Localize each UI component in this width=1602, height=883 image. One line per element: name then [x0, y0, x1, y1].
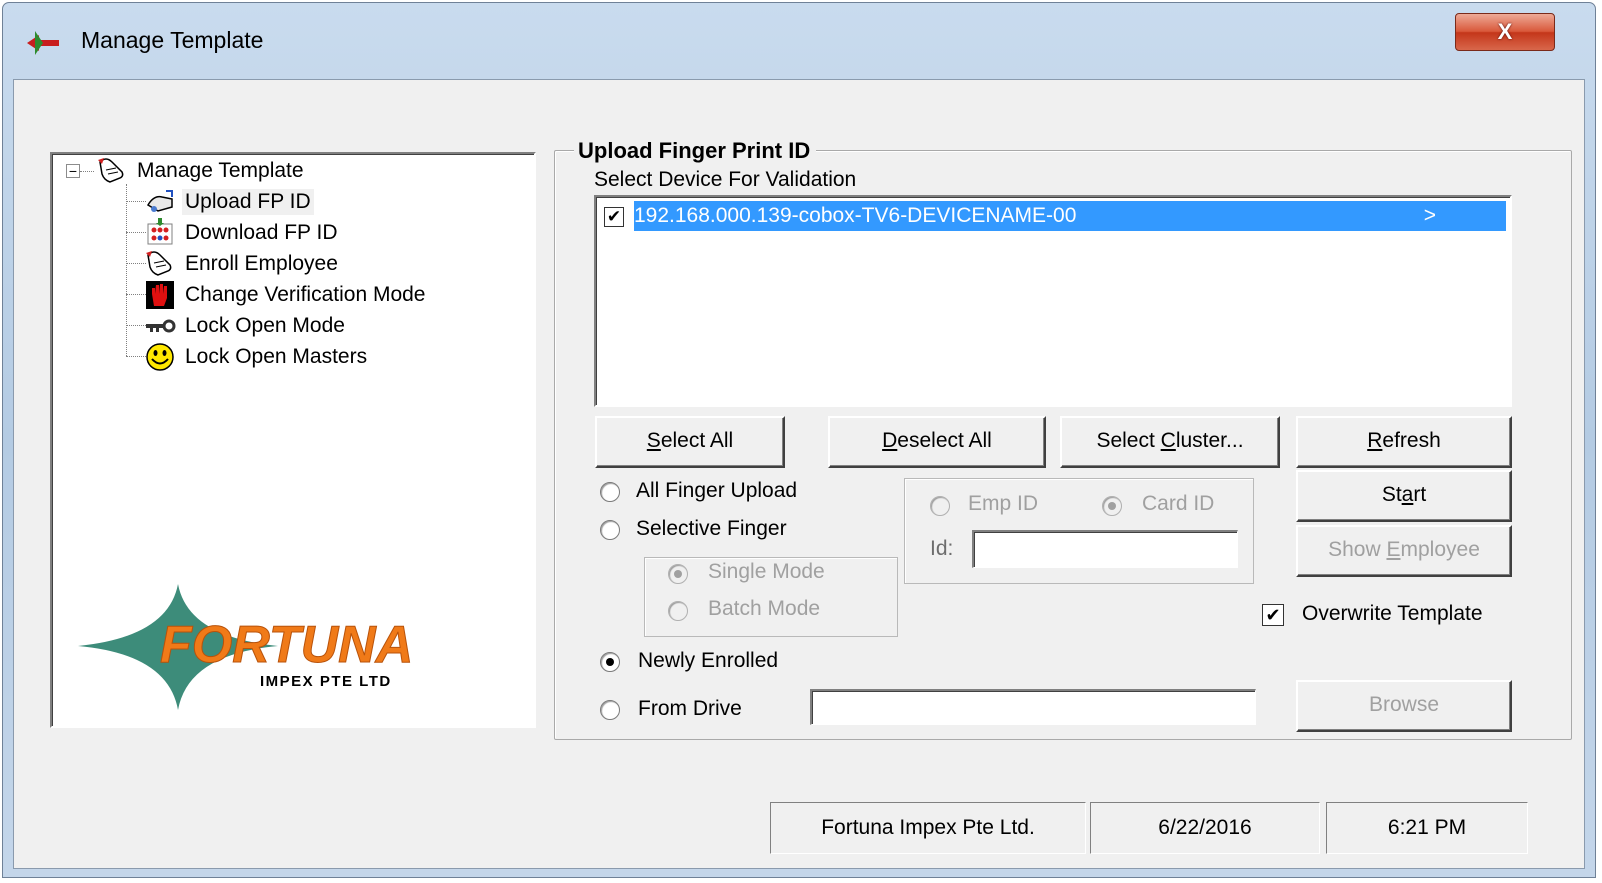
tree-label-root: Manage Template — [137, 159, 304, 182]
emp-id-radio[interactable] — [930, 496, 950, 516]
deselect-all-button[interactable]: Deselect All — [828, 416, 1046, 468]
emp-id-label: Emp ID — [968, 492, 1039, 515]
tree-item-lock-open-masters[interactable]: Lock Open Masters — [144, 342, 370, 372]
client-area: − Manage Template Upload FP ID Download … — [13, 79, 1585, 869]
all-finger-radio[interactable] — [600, 482, 620, 502]
window-title: Manage Template — [81, 27, 264, 53]
tree-item-upload-fp-id[interactable]: Upload FP ID — [144, 187, 314, 217]
card-id-radio[interactable] — [1102, 496, 1122, 516]
batch-mode-label: Batch Mode — [708, 597, 821, 620]
tree-label-lock-mode: Lock Open Mode — [185, 314, 345, 337]
device-arrow: > — [1423, 204, 1436, 227]
tree-item-manage-template[interactable]: Manage Template — [96, 156, 307, 186]
start-button[interactable]: Start — [1296, 470, 1512, 522]
refresh-button[interactable]: Refresh — [1296, 416, 1512, 468]
app-arrow-icon — [27, 31, 59, 55]
status-company: Fortuna Impex Pte Ltd. — [770, 802, 1086, 854]
collapse-icon[interactable]: − — [66, 164, 80, 178]
newly-enrolled-radio[interactable] — [600, 652, 620, 672]
key-icon — [146, 319, 176, 333]
from-drive-radio[interactable] — [600, 700, 620, 720]
all-finger-label: All Finger Upload — [636, 479, 798, 502]
close-button[interactable]: X — [1455, 13, 1555, 51]
device-label: Select Device For Validation — [594, 168, 857, 191]
device-list-item[interactable]: 192.168.000.139-cobox-TV6-DEVICENAME-00 … — [634, 201, 1506, 231]
overwrite-label: Overwrite Template — [1302, 602, 1483, 625]
device-name: 192.168.000.139-cobox-TV6-DEVICENAME-00 — [634, 204, 1077, 227]
single-mode-label: Single Mode — [708, 560, 825, 583]
fortuna-logo: FORTUNA IMPEX PTE LTD — [78, 584, 414, 710]
device-list[interactable]: ✔ 192.168.000.139-cobox-TV6-DEVICENAME-0… — [594, 195, 1512, 407]
download-grid-icon — [147, 218, 173, 245]
card-id-label: Card ID — [1142, 492, 1215, 515]
upload-group-title: Upload Finger Print ID — [574, 138, 817, 164]
logo-name: FORTUNA — [160, 616, 413, 674]
overwrite-checkbox[interactable]: ✔ — [1262, 604, 1284, 626]
status-time: 6:21 PM — [1326, 802, 1528, 854]
select-cluster-button[interactable]: Select Cluster... — [1060, 416, 1280, 468]
id-label: Id: — [930, 537, 954, 560]
selective-finger-radio[interactable] — [600, 520, 620, 540]
single-mode-radio[interactable] — [668, 564, 688, 584]
upload-hand-icon — [146, 190, 173, 212]
title-bar[interactable]: Manage Template X — [3, 3, 1595, 79]
tree-label-download: Download FP ID — [185, 221, 338, 244]
from-drive-label: From Drive — [638, 697, 742, 720]
red-hand-icon — [146, 281, 174, 309]
select-all-button[interactable]: Select All — [595, 416, 785, 468]
hand-touch-icon — [146, 251, 172, 276]
manage-template-window: Manage Template X − Manage Template Uplo… — [2, 2, 1596, 878]
selective-finger-label: Selective Finger — [636, 517, 787, 540]
navigation-tree[interactable]: − Manage Template Upload FP ID Download … — [50, 152, 536, 728]
tree-item-enroll-employee[interactable]: Enroll Employee — [144, 249, 341, 279]
id-input[interactable] — [972, 530, 1238, 568]
tree-label-upload: Upload FP ID — [182, 189, 314, 215]
device-checkbox[interactable]: ✔ — [604, 207, 624, 227]
tree-label-verification: Change Verification Mode — [185, 283, 426, 306]
batch-mode-radio[interactable] — [668, 601, 688, 621]
hand-touch-icon — [98, 158, 124, 183]
tree-item-lock-open-mode[interactable]: Lock Open Mode — [144, 311, 348, 341]
newly-enrolled-label: Newly Enrolled — [638, 649, 779, 672]
browse-button[interactable]: Browse — [1296, 680, 1512, 732]
status-date: 6/22/2016 — [1090, 802, 1320, 854]
tree-label-lock-masters: Lock Open Masters — [185, 345, 368, 368]
tree-item-download-fp-id[interactable]: Download FP ID — [144, 218, 341, 248]
smiley-icon — [146, 343, 174, 371]
drive-path-input[interactable] — [810, 689, 1256, 725]
logo-tagline: IMPEX PTE LTD — [260, 673, 392, 690]
tree-item-change-verification-mode[interactable]: Change Verification Mode — [144, 280, 429, 310]
tree-label-enroll: Enroll Employee — [185, 252, 338, 275]
show-employee-button[interactable]: Show Employee — [1296, 525, 1512, 577]
